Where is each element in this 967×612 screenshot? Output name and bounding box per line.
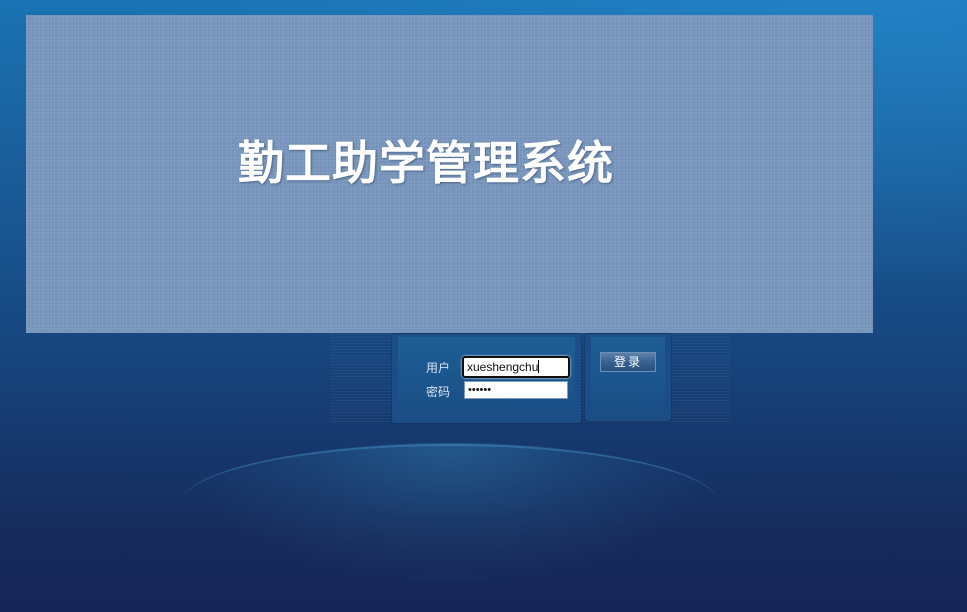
login-button[interactable]: 登录 [600, 352, 656, 372]
login-form-inner: 用户 xueshengchu 密码 •••••• [398, 337, 575, 416]
username-input[interactable]: xueshengchu [462, 356, 570, 378]
system-title: 勤工助学管理系统 [238, 136, 614, 190]
password-input[interactable]: •••••• [464, 381, 568, 399]
text-caret [538, 360, 540, 373]
background-arc-line [180, 444, 720, 566]
password-masked-value: •••••• [468, 384, 492, 396]
login-form-panel: 用户 xueshengchu 密码 •••••• [392, 334, 581, 423]
header-banner: 勤工助学管理系统 [26, 15, 873, 333]
login-button-panel: 登录 [585, 334, 671, 421]
password-label: 密码 [426, 385, 451, 399]
username-value: xueshengchu [467, 360, 539, 374]
login-button-inner: 登录 [591, 337, 665, 415]
username-label: 用户 [426, 361, 451, 375]
